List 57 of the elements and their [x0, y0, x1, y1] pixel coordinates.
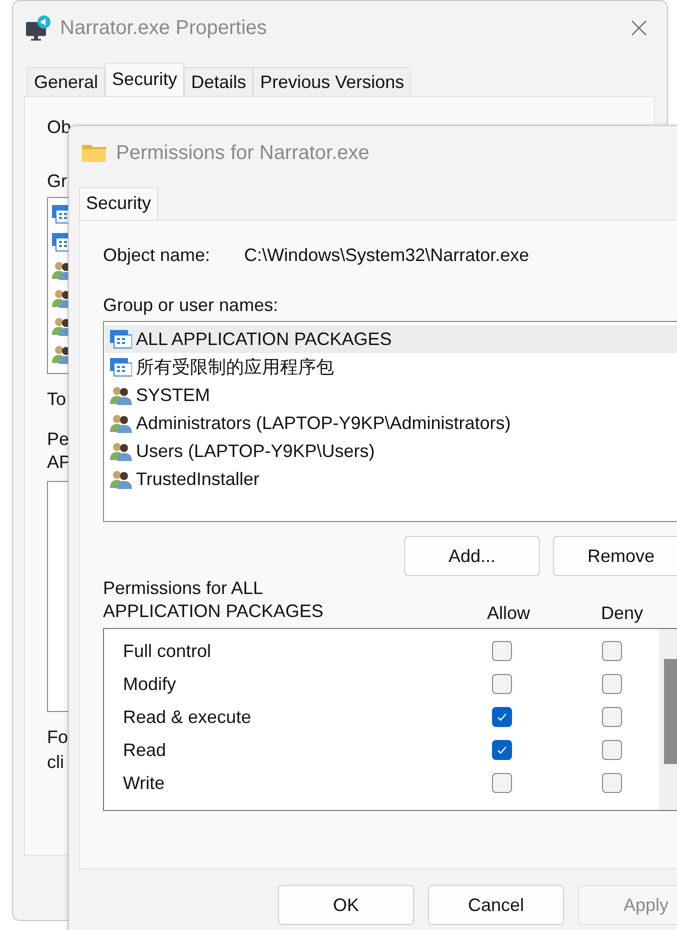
column-header: Deny — [601, 602, 644, 625]
tab[interactable]: Security — [105, 63, 184, 96]
checkmark-icon — [496, 711, 508, 723]
column-header: Allow — [487, 602, 530, 625]
group-label: Group or user names: — [103, 295, 280, 316]
group-item[interactable]: SYSTEM — [105, 381, 677, 409]
users-icon — [110, 413, 132, 433]
object-name-value: C:\Windows\System32\Narrator.exe — [244, 244, 530, 266]
window-title: Narrator.exe Properties — [60, 16, 267, 40]
deny-checkbox[interactable] — [602, 641, 622, 661]
allow-checkbox[interactable] — [492, 740, 512, 760]
group-label: Gr — [47, 171, 67, 192]
monitor-speaker-icon — [25, 15, 51, 41]
permission-name: Modify — [123, 674, 176, 695]
permission-name: Read — [123, 740, 166, 761]
package-icon — [110, 329, 132, 349]
dialog-button[interactable]: OK — [278, 885, 414, 925]
permission-name: Full control — [123, 641, 212, 662]
checkmark-icon — [496, 744, 508, 756]
folder-icon — [81, 142, 107, 164]
allow-checkbox[interactable] — [492, 707, 512, 727]
allow-checkbox[interactable] — [492, 674, 512, 694]
tab[interactable]: Details — [184, 67, 254, 96]
group-button[interactable]: Add... — [404, 536, 540, 576]
close-icon[interactable] — [631, 20, 647, 36]
group-item[interactable]: Users (LAPTOP-Y9KP\Users) — [105, 437, 677, 465]
permissions-label: Permissions for ALL — [103, 577, 264, 600]
tab[interactable]: General — [27, 67, 106, 96]
users-icon — [110, 441, 132, 461]
group-item[interactable]: ALL APPLICATION PACKAGES — [105, 325, 677, 353]
advanced-text: cli — [47, 751, 64, 774]
group-item[interactable]: TrustedInstaller — [105, 465, 677, 493]
scrollbar[interactable] — [659, 629, 677, 810]
package-icon — [110, 357, 132, 377]
allow-checkbox[interactable] — [492, 641, 512, 661]
permissions-label: Pe — [47, 428, 70, 451]
tab[interactable]: Security — [79, 187, 158, 220]
window-title: Permissions for Narrator.exe — [116, 142, 370, 164]
edit-label: To — [47, 389, 66, 410]
users-icon — [110, 469, 132, 489]
object-name-label: Object name: — [103, 244, 210, 266]
permission-name: Write — [123, 773, 165, 794]
deny-checkbox[interactable] — [602, 773, 622, 793]
deny-checkbox[interactable] — [602, 707, 622, 727]
permission-name: Read & execute — [123, 707, 252, 728]
group-item[interactable]: Administrators (LAPTOP-Y9KP\Administrators) — [105, 409, 677, 437]
allow-checkbox[interactable] — [492, 773, 512, 793]
dialog-button[interactable]: Cancel — [428, 885, 564, 925]
advanced-text: Fo — [47, 726, 68, 749]
group-button[interactable]: Remove — [553, 536, 677, 576]
group-item[interactable]: 所有受限制的应用程序包 — [105, 353, 677, 381]
object-name-label: Ob — [47, 117, 72, 138]
tab[interactable]: Previous Versions — [253, 67, 412, 96]
deny-checkbox[interactable] — [602, 740, 622, 760]
permissions-label: APPLICATION PACKAGES — [103, 600, 324, 623]
users-icon — [110, 385, 132, 405]
deny-checkbox[interactable] — [602, 674, 622, 694]
